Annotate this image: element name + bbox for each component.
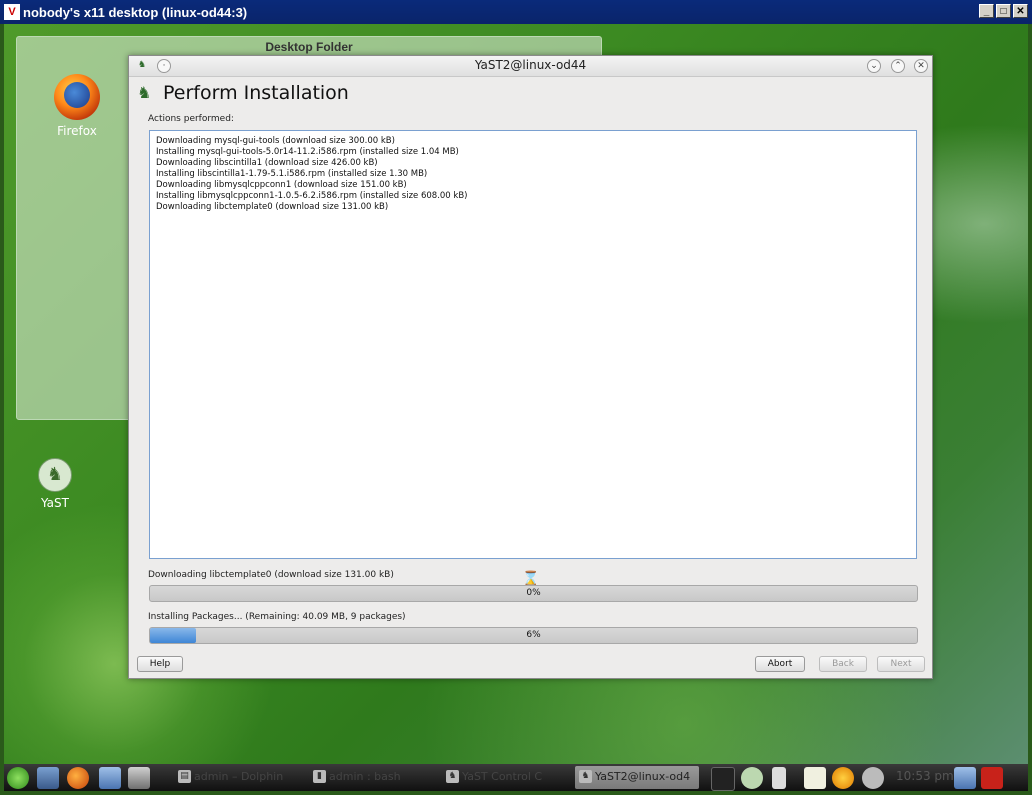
task-label: admin – Dolphin: [194, 770, 284, 783]
firefox-icon: [54, 74, 100, 120]
desktop-icon-label: Firefox: [57, 124, 97, 138]
desktop-icon-firefox[interactable]: Firefox: [42, 74, 112, 138]
vnc-window-title: nobody's x11 desktop (linux-od44:3): [23, 4, 248, 20]
task-label: YaST2@linux-od4: [595, 770, 691, 783]
desktop-icon-yast[interactable]: ♞ YaST: [20, 458, 90, 510]
updater-icon[interactable]: [832, 767, 854, 789]
log-line: Downloading libmysqlcppconn1 (download s…: [156, 180, 407, 190]
clock[interactable]: 10:53 pm: [896, 769, 954, 783]
start-menu-icon[interactable]: [7, 767, 29, 789]
task-yast-control-center[interactable]: ♞ YaST Control C: [442, 766, 570, 789]
desktop-folder-title: Desktop Folder: [265, 40, 353, 54]
info-icon[interactable]: [862, 767, 884, 789]
log-line: Installing mysql-gui-tools-5.0r14-11.2.i…: [156, 147, 459, 157]
close-icon[interactable]: ✕: [914, 59, 928, 73]
download-progress-label: Downloading libctemplate0 (download size…: [148, 570, 394, 580]
power-icon[interactable]: [981, 767, 1003, 789]
firefox-launcher-icon[interactable]: [67, 767, 89, 789]
task-label: admin : bash: [329, 770, 401, 783]
folder-icon: ▤: [178, 770, 191, 783]
task-yast2[interactable]: ♞ YaST2@linux-od4: [575, 766, 699, 789]
chevron-down-icon[interactable]: ⌄: [867, 59, 881, 73]
next-button[interactable]: Next: [877, 656, 925, 672]
minimize-button[interactable]: _: [979, 4, 994, 18]
task-dolphin[interactable]: ▤ admin – Dolphin: [174, 766, 302, 789]
lock-screen-icon[interactable]: [954, 767, 976, 789]
help-button[interactable]: Help: [137, 656, 183, 672]
yast-installer-icon: ♞: [137, 83, 152, 102]
task-label: YaST Control C: [462, 770, 543, 783]
clipboard-icon[interactable]: [804, 767, 826, 789]
yast-icon: ♞: [446, 770, 459, 783]
back-button[interactable]: Back: [819, 656, 867, 672]
window-title-bar[interactable]: ♞ · YaST2@linux-od44 ⌄ ⌃ ✕: [129, 56, 932, 77]
log-line: Downloading libctemplate0 (download size…: [156, 202, 389, 212]
yast-icon: ♞: [579, 770, 592, 783]
maximize-button[interactable]: □: [996, 4, 1011, 18]
yast-launcher-icon[interactable]: [741, 767, 763, 789]
install-progress-bar: 6%: [149, 627, 918, 644]
abort-button[interactable]: Abort: [755, 656, 805, 672]
chevron-up-icon[interactable]: ⌃: [891, 59, 905, 73]
close-button[interactable]: ✕: [1013, 4, 1028, 18]
desktop-switcher-icon[interactable]: [37, 767, 59, 789]
actions-performed-label: Actions performed:: [148, 114, 234, 124]
file-manager-launcher-icon[interactable]: [99, 767, 121, 789]
desktop-icon-label: YaST: [41, 496, 69, 510]
page-heading: ♞ Perform Installation: [137, 82, 349, 104]
page-title: Perform Installation: [163, 82, 349, 104]
actions-log[interactable]: Downloading mysql-gui-tools (download si…: [149, 130, 917, 587]
download-progress-text: 0%: [526, 588, 541, 598]
log-line: Downloading libscintilla1 (download size…: [156, 158, 378, 168]
terminal-launcher-icon[interactable]: [711, 767, 735, 791]
task-bash[interactable]: ▮ admin : bash: [309, 766, 437, 789]
vnc-logo-icon: V: [4, 4, 20, 20]
download-progress-bar: 0%: [149, 585, 918, 602]
install-progress-label: Installing Packages... (Remaining: 40.09…: [148, 612, 406, 622]
install-progress-text: 6%: [526, 630, 541, 640]
log-line: Installing libmysqlcppconn1-1.0.5-6.2.i5…: [156, 191, 468, 201]
terminal-icon: ▮: [313, 770, 326, 783]
log-line: Downloading mysql-gui-tools (download si…: [156, 136, 395, 146]
yast-icon: ♞: [38, 458, 72, 492]
log-line: Installing libscintilla1-1.79-5.1.i586.r…: [156, 169, 428, 179]
taskbar: ▤ admin – Dolphin ▮ admin : bash ♞ YaST …: [4, 764, 1028, 791]
window-title: YaST2@linux-od44: [474, 58, 587, 72]
volume-icon[interactable]: [772, 767, 786, 789]
yast-window: ♞ · YaST2@linux-od44 ⌄ ⌃ ✕ ♞ Perform Ins…: [128, 55, 933, 679]
vnc-title-bar[interactable]: V nobody's x11 desktop (linux-od44:3) _ …: [0, 0, 1032, 24]
pager-icon[interactable]: [128, 767, 150, 789]
